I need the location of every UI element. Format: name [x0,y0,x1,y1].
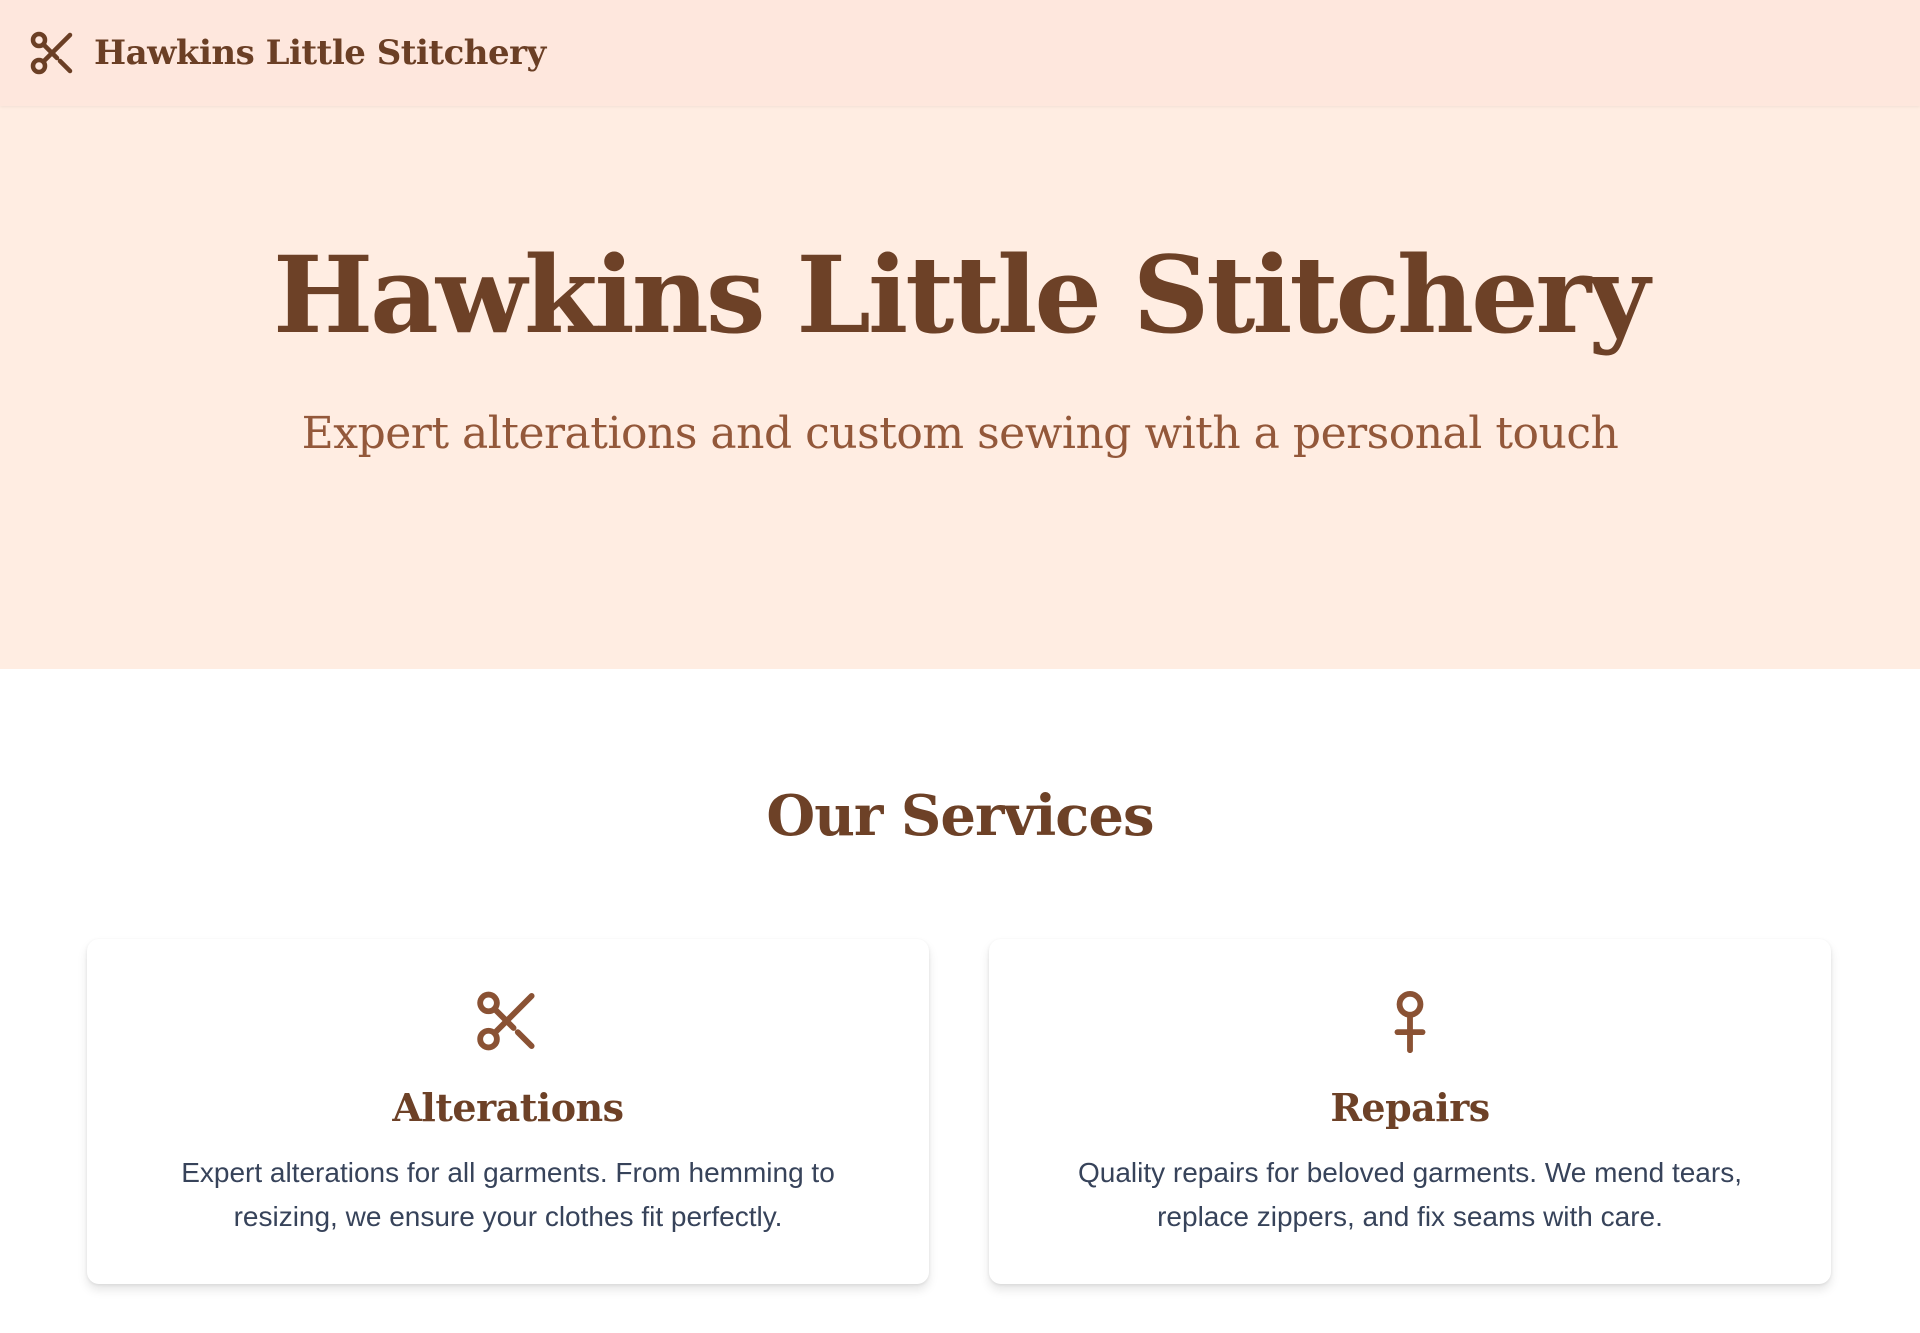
service-card-repairs: Repairs Quality repairs for beloved garm… [989,939,1831,1284]
brand-name: Hawkins Little Stitchery [94,33,546,73]
brand-link[interactable]: Hawkins Little Stitchery [30,30,546,76]
hero-section: Hawkins Little Stitchery Expert alterati… [0,106,1920,669]
card-title: Alterations [392,1085,624,1130]
hero-subtitle: Expert alterations and custom sewing wit… [301,408,1619,459]
services-heading: Our Services [766,783,1154,849]
needle-icon [989,989,1831,1053]
scissors-icon [30,30,76,76]
service-card-alterations: Alterations Expert alterations for all g… [87,939,929,1284]
scissors-icon [87,989,929,1053]
hero-title: Hawkins Little Stitchery [272,232,1650,357]
card-description: Expert alterations for all garments. Fro… [181,1157,835,1232]
card-description: Quality repairs for beloved garments. We… [1077,1157,1742,1232]
card-title: Repairs [1330,1085,1490,1130]
site-header: Hawkins Little Stitchery [0,0,1920,106]
